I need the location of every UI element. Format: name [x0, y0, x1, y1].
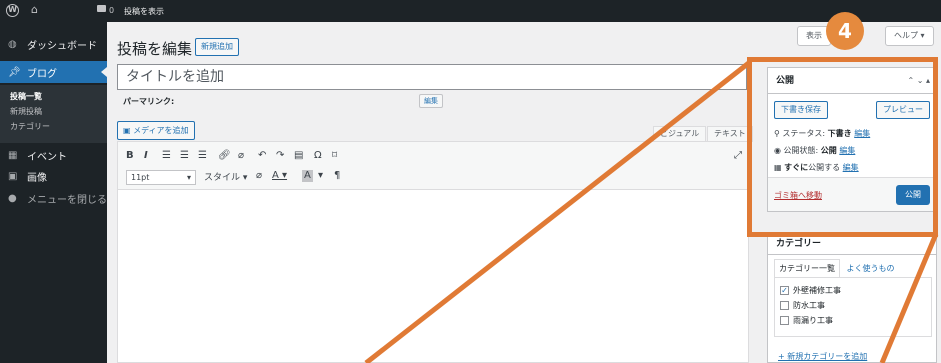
tab-popular-categories[interactable]: よく使うもの [843, 260, 899, 277]
category-panel: カテゴリー カテゴリー一覧 よく使うもの ✓ 外壁補修工事 防水工事 雨漏り工事 … [767, 232, 937, 363]
sidebar-item-label: ダッシュボード [27, 40, 97, 52]
sidebar-item-label: メニューを閉じる [27, 194, 107, 206]
page-title: 投稿を編集 [117, 40, 193, 58]
category-tabs: カテゴリー一覧 よく使うもの [774, 259, 899, 277]
add-media-button[interactable]: ▣ メディアを追加 [117, 121, 195, 140]
checkbox-icon[interactable] [780, 301, 789, 310]
list-item[interactable]: ✓ 外壁補修工事 [780, 285, 841, 296]
tab-text[interactable]: テキスト [707, 126, 753, 142]
tab-visual[interactable]: ビジュアル [653, 126, 707, 142]
font-size-select[interactable]: 11pt ▾ [126, 170, 196, 185]
list-item[interactable]: 防水工事 [780, 300, 825, 311]
sidebar-item-events[interactable]: ▦ イベント [0, 144, 107, 166]
bookmark-icon[interactable]: ⌑ [332, 150, 337, 161]
align-icon[interactable]: ☰ [198, 150, 207, 161]
sidebar-subitem-all-posts[interactable]: 投稿一覧 [0, 89, 107, 104]
chevron-down-icon: ▾ [186, 173, 191, 182]
unlink-icon[interactable]: ⌀ [238, 150, 244, 161]
collapse-icon: ● [8, 192, 17, 204]
sidebar-item-label: イベント [27, 151, 67, 163]
permalink-edit-button[interactable]: 編集 [419, 94, 443, 108]
view-post-link[interactable]: 投稿を表示 [124, 6, 164, 17]
omega-icon[interactable]: Ω [314, 150, 322, 161]
chevron-down-icon[interactable]: ▾ [318, 170, 323, 181]
content-editor[interactable]: B I ☰ ☰ ☰ 🔗︎ ⌀ ↶ ↷ ▤ Ω ⌑ ⤢ 11pt ▾ スタイル ▾… [117, 141, 749, 363]
comment-count: 0 [109, 6, 115, 15]
paste-icon[interactable]: ▤ [294, 150, 303, 161]
pin-icon: 📌︎ [8, 66, 21, 78]
home-icon[interactable]: ⌂ [31, 3, 38, 16]
sidebar-collapse-menu[interactable]: ● メニューを閉じる [0, 187, 107, 209]
sidebar-item-posts[interactable]: 📌︎ ブログ [0, 61, 107, 83]
sidebar-item-media[interactable]: ▣ 画像 [0, 165, 107, 187]
fullscreen-icon[interactable]: ⤢ [734, 150, 742, 161]
bold-icon[interactable]: B [126, 150, 134, 161]
add-new-category-link[interactable]: + 新規カテゴリーを追加 [778, 351, 867, 362]
undo-icon[interactable]: ↶ [258, 150, 266, 161]
permalink-label: パーマリンク: [123, 97, 175, 106]
add-media-label: メディアを追加 [133, 126, 189, 135]
style-select[interactable]: スタイル ▾ [204, 170, 247, 183]
wordpress-logo-icon[interactable]: W [6, 4, 19, 17]
tab-all-categories[interactable]: カテゴリー一覧 [774, 259, 840, 277]
checkbox-checked-icon[interactable]: ✓ [780, 286, 789, 295]
sidebar-item-label: 画像 [27, 172, 47, 184]
add-new-button[interactable]: 新規追加 [195, 38, 239, 56]
editor-toolbar: B I ☰ ☰ ☰ 🔗︎ ⌀ ↶ ↷ ▤ Ω ⌑ ⤢ 11pt ▾ スタイル ▾… [118, 142, 748, 190]
redo-icon[interactable]: ↷ [276, 150, 284, 161]
media-icon: ▣ [123, 126, 134, 135]
comment-icon[interactable] [97, 5, 106, 12]
paragraph-icon[interactable]: ¶ [334, 170, 340, 181]
post-title-input[interactable]: タイトルを追加 [117, 64, 747, 90]
bullet-list-icon[interactable]: ☰ [162, 150, 171, 161]
text-color-icon[interactable]: A ▾ [272, 170, 287, 181]
media-icon: ▣ [8, 170, 18, 182]
list-item[interactable]: 雨漏り工事 [780, 315, 833, 326]
category-label: 雨漏り工事 [793, 316, 833, 325]
eraser-icon[interactable]: ⌀ [256, 170, 262, 181]
highlight-icon[interactable]: A [302, 170, 313, 182]
sidebar-subitem-categories[interactable]: カテゴリー [0, 119, 107, 134]
admin-sidebar: ◍ ダッシュボード 📌︎ ブログ 投稿一覧 新規投稿 カテゴリー ▦ イベント … [0, 22, 107, 363]
annotation-number-badge: 4 [826, 12, 864, 50]
checkbox-icon[interactable] [780, 316, 789, 325]
annotation-highlight-box [747, 57, 938, 237]
sidebar-item-dashboard[interactable]: ◍ ダッシュボード [0, 33, 107, 55]
numbered-list-icon[interactable]: ☰ [180, 150, 189, 161]
font-size-value: 11pt [131, 173, 150, 182]
category-list: ✓ 外壁補修工事 防水工事 雨漏り工事 [774, 277, 932, 337]
sidebar-subitem-new-post[interactable]: 新規投稿 [0, 104, 107, 119]
style-label: スタイル [204, 173, 241, 183]
link-icon[interactable]: 🔗︎ [218, 150, 231, 161]
sidebar-item-label: ブログ [27, 68, 57, 80]
help-button[interactable]: ヘルプ ▾ [885, 26, 934, 46]
italic-icon[interactable]: I [144, 150, 148, 161]
category-label: 防水工事 [793, 301, 825, 310]
calendar-icon: ▦ [8, 149, 18, 161]
dashboard-icon: ◍ [8, 38, 17, 50]
sidebar-submenu: 投稿一覧 新規投稿 カテゴリー [0, 85, 107, 143]
category-label: 外壁補修工事 [793, 286, 841, 295]
admin-bar: W ⌂ 0 投稿を表示 [0, 0, 941, 22]
